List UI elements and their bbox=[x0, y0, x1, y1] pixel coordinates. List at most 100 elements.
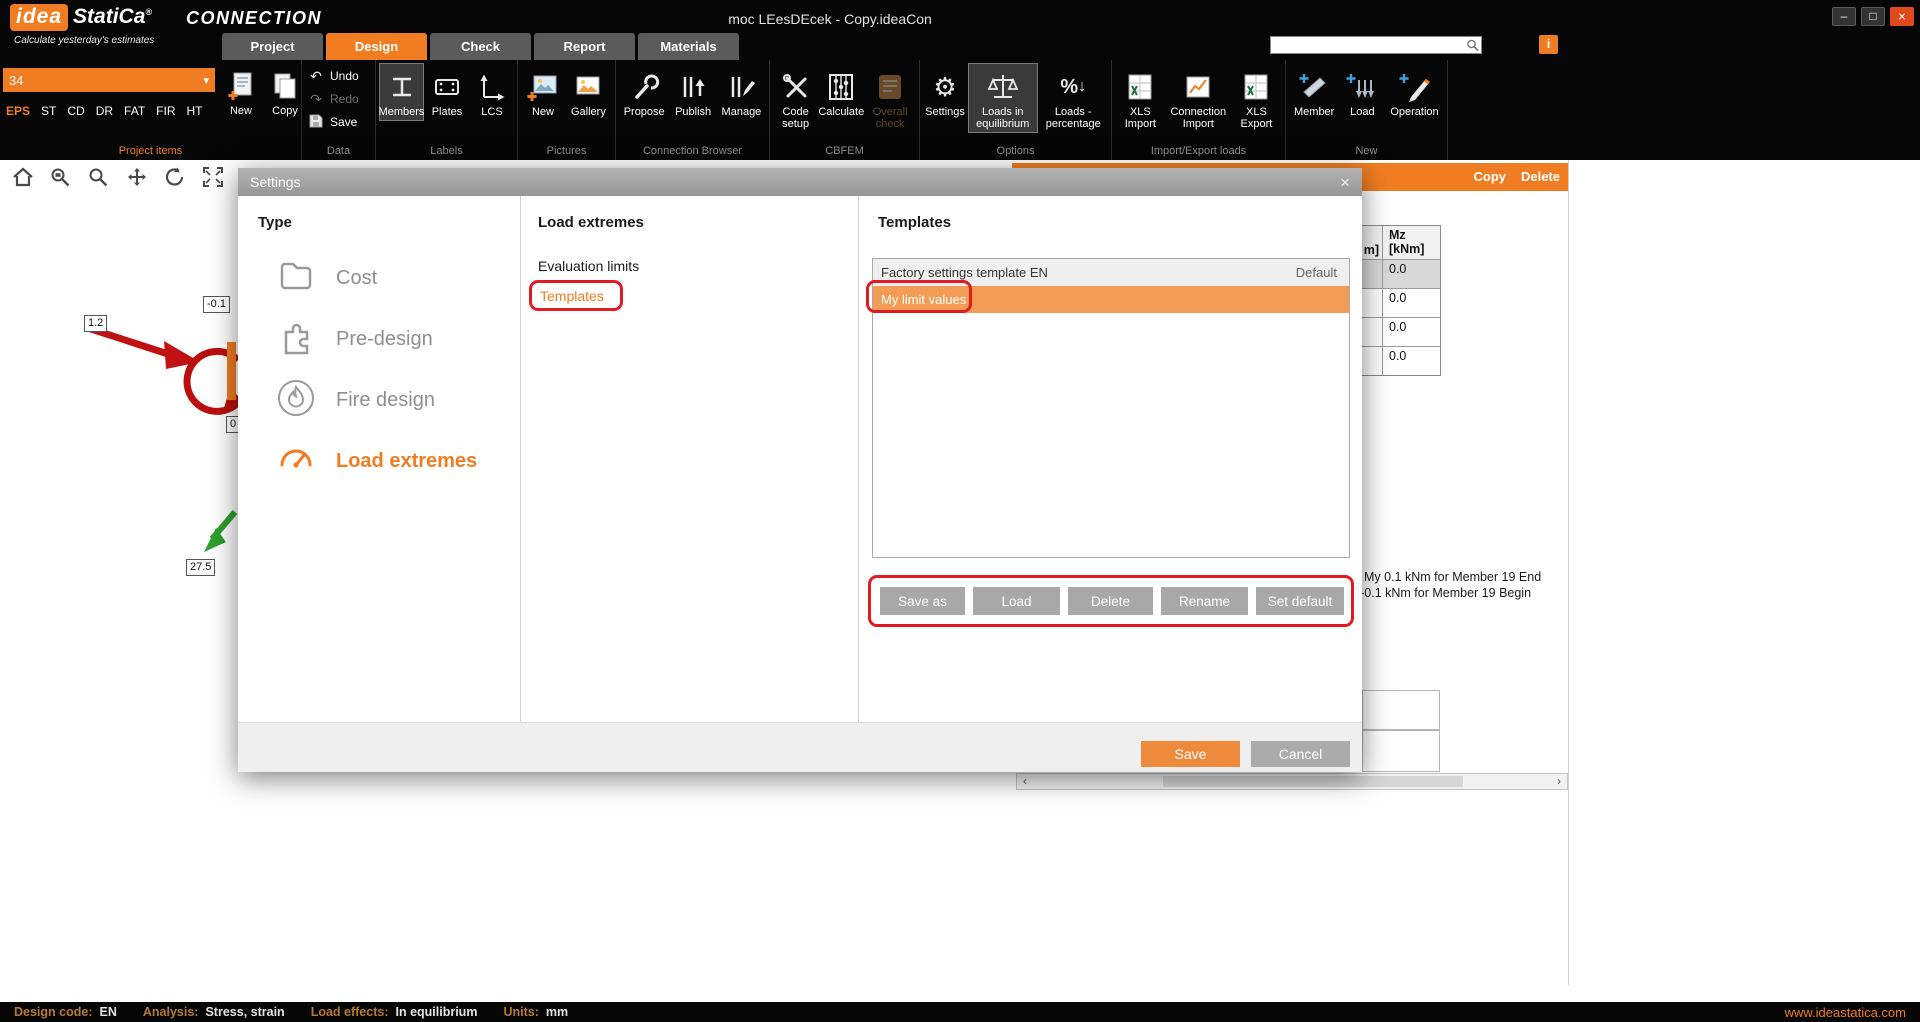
type-item-fire-design[interactable]: Fire design bbox=[274, 374, 435, 426]
delete-template-button[interactable]: Delete bbox=[1068, 587, 1153, 615]
save-as-button[interactable]: Save as bbox=[880, 587, 965, 615]
project-item-value: 34 bbox=[9, 73, 23, 88]
tab-report[interactable]: Report bbox=[534, 33, 635, 60]
type-item-load-extremes[interactable]: Load extremes bbox=[274, 435, 477, 487]
new-picture-button[interactable]: New bbox=[521, 63, 565, 121]
load-type-fat[interactable]: FAT bbox=[124, 104, 145, 118]
tab-project[interactable]: Project bbox=[222, 33, 323, 60]
table-row: 0.0 bbox=[1353, 259, 1440, 288]
tab-check[interactable]: Check bbox=[430, 33, 531, 60]
registered-mark: ® bbox=[145, 7, 152, 17]
search-box[interactable] bbox=[1270, 36, 1482, 54]
plates-labels-toggle[interactable]: Plates bbox=[425, 63, 469, 121]
type-item-label: Load extremes bbox=[336, 450, 477, 473]
window-controls: – □ × bbox=[1832, 7, 1914, 26]
template-row-my-limit-values[interactable]: My limit values bbox=[873, 286, 1349, 313]
connection-import-button[interactable]: Connection Import bbox=[1167, 63, 1230, 133]
new-member-button[interactable]: Member bbox=[1289, 63, 1339, 121]
ribbon-group-connection-browser: Propose Publish Manage Connection Browse… bbox=[616, 60, 770, 160]
template-actions: Save as Load Delete Rename Set default bbox=[880, 587, 1344, 615]
rotate-icon[interactable] bbox=[160, 164, 190, 190]
publish-button[interactable]: Publish bbox=[670, 63, 716, 121]
delete-load-button[interactable]: Delete bbox=[1521, 169, 1560, 184]
type-item-pre-design[interactable]: Pre-design bbox=[274, 313, 433, 365]
load-template-button[interactable]: Load bbox=[973, 587, 1060, 615]
load-type-dr[interactable]: DR bbox=[96, 104, 113, 118]
search-input[interactable] bbox=[1271, 38, 1465, 52]
set-default-button[interactable]: Set default bbox=[1256, 587, 1344, 615]
column-separator bbox=[858, 196, 859, 722]
new-operation-button[interactable]: Operation bbox=[1385, 63, 1443, 121]
pan-icon[interactable] bbox=[122, 164, 152, 190]
lcs-labels-toggle[interactable]: LCS bbox=[470, 63, 514, 121]
scrollbar-thumb[interactable] bbox=[1163, 776, 1463, 787]
tab-design[interactable]: Design bbox=[326, 33, 427, 60]
close-icon[interactable]: × bbox=[1340, 174, 1350, 191]
loads-in-equilibrium-toggle[interactable]: Loads in equilibrium bbox=[968, 63, 1038, 133]
dialog-titlebar[interactable]: Settings × bbox=[238, 168, 1362, 196]
load-type-eps[interactable]: EPS bbox=[6, 104, 30, 118]
dialog-save-button[interactable]: Save bbox=[1141, 741, 1240, 767]
load-type-filters: EPS ST CD DR FAT FIR HT bbox=[6, 104, 203, 118]
info-button[interactable]: i bbox=[1539, 35, 1558, 54]
maximize-button[interactable]: □ bbox=[1861, 7, 1885, 26]
status-label: Units: bbox=[503, 1005, 538, 1019]
save-button[interactable]: Save bbox=[308, 112, 375, 132]
fit-view-icon[interactable] bbox=[198, 164, 228, 190]
new-load-button[interactable]: Load bbox=[1340, 63, 1384, 121]
minimize-button[interactable]: – bbox=[1832, 7, 1856, 26]
settings-button[interactable]: ⚙ Settings bbox=[923, 63, 967, 121]
load-type-fir[interactable]: FIR bbox=[156, 104, 175, 118]
home-view-icon[interactable] bbox=[8, 164, 38, 190]
ribbon-group-options: ⚙ Settings Loads in equilibrium %↓ Loads… bbox=[920, 60, 1112, 160]
redo-button[interactable]: ↷ Redo bbox=[308, 89, 375, 109]
members-labels-toggle[interactable]: Members bbox=[379, 63, 424, 121]
rename-template-button[interactable]: Rename bbox=[1161, 587, 1248, 615]
zoom-window-icon[interactable] bbox=[46, 164, 76, 190]
search-icon[interactable] bbox=[1465, 38, 1481, 52]
load-note: My -0.1 kNm for Member 19 Begin bbox=[1340, 586, 1531, 600]
copy-project-item-button[interactable]: Copy bbox=[263, 62, 307, 120]
zoom-icon[interactable] bbox=[84, 164, 114, 190]
code-setup-button[interactable]: Code setup bbox=[773, 63, 818, 133]
type-item-cost[interactable]: Cost bbox=[274, 252, 377, 304]
ribbon-group-label: Project items bbox=[0, 145, 301, 157]
abacus-icon bbox=[825, 68, 857, 106]
project-item-dropdown[interactable]: 34 ▾ bbox=[3, 68, 215, 92]
logo-statica-text: StatiCa® bbox=[73, 5, 152, 29]
mz-value-cell[interactable]: 0.0 bbox=[1383, 289, 1440, 317]
xls-import-button[interactable]: XLS Import bbox=[1115, 63, 1166, 133]
xls-export-button[interactable]: XLS Export bbox=[1231, 63, 1282, 133]
tab-materials[interactable]: Materials bbox=[638, 33, 739, 60]
undo-button[interactable]: ↶ Undo bbox=[308, 66, 375, 86]
load-type-cd[interactable]: CD bbox=[67, 104, 84, 118]
horizontal-scrollbar[interactable]: ‹ › bbox=[1016, 773, 1568, 790]
overall-check-button[interactable]: Overall check bbox=[864, 63, 916, 133]
scroll-left-icon[interactable]: ‹ bbox=[1017, 774, 1033, 789]
dialog-cancel-button[interactable]: Cancel bbox=[1251, 741, 1350, 767]
new-picture-icon bbox=[527, 68, 559, 106]
load-type-ht[interactable]: HT bbox=[187, 104, 203, 118]
mz-value-cell[interactable]: 0.0 bbox=[1383, 318, 1440, 346]
template-row-factory[interactable]: Factory settings template EN Default bbox=[873, 259, 1349, 286]
mz-value-cell[interactable]: 0.0 bbox=[1383, 260, 1440, 288]
manage-button[interactable]: Manage bbox=[717, 63, 766, 121]
propose-button[interactable]: Propose bbox=[619, 63, 669, 121]
scroll-right-icon[interactable]: › bbox=[1551, 774, 1567, 789]
xls-icon bbox=[1241, 68, 1271, 106]
new-document-icon bbox=[227, 67, 255, 105]
scrollbar-track[interactable] bbox=[1033, 774, 1551, 789]
template-name: Factory settings template EN bbox=[881, 265, 1048, 280]
gallery-button[interactable]: Gallery bbox=[566, 63, 611, 121]
new-project-item-button[interactable]: New bbox=[219, 62, 263, 120]
load-type-st[interactable]: ST bbox=[41, 104, 56, 118]
close-window-button[interactable]: × bbox=[1890, 7, 1914, 26]
copy-load-button[interactable]: Copy bbox=[1474, 169, 1507, 184]
main-menu-tabs: Project Design Check Report Materials bbox=[222, 33, 739, 60]
mz-value-cell[interactable]: 0.0 bbox=[1383, 347, 1440, 375]
nav-item-templates[interactable]: Templates bbox=[540, 288, 604, 304]
nav-item-evaluation-limits[interactable]: Evaluation limits bbox=[538, 258, 639, 274]
loads-percentage-toggle[interactable]: %↓ Loads - percentage bbox=[1039, 63, 1109, 133]
website-link[interactable]: www.ideastatica.com bbox=[1785, 1005, 1906, 1020]
calculate-button[interactable]: Calculate bbox=[819, 63, 863, 121]
